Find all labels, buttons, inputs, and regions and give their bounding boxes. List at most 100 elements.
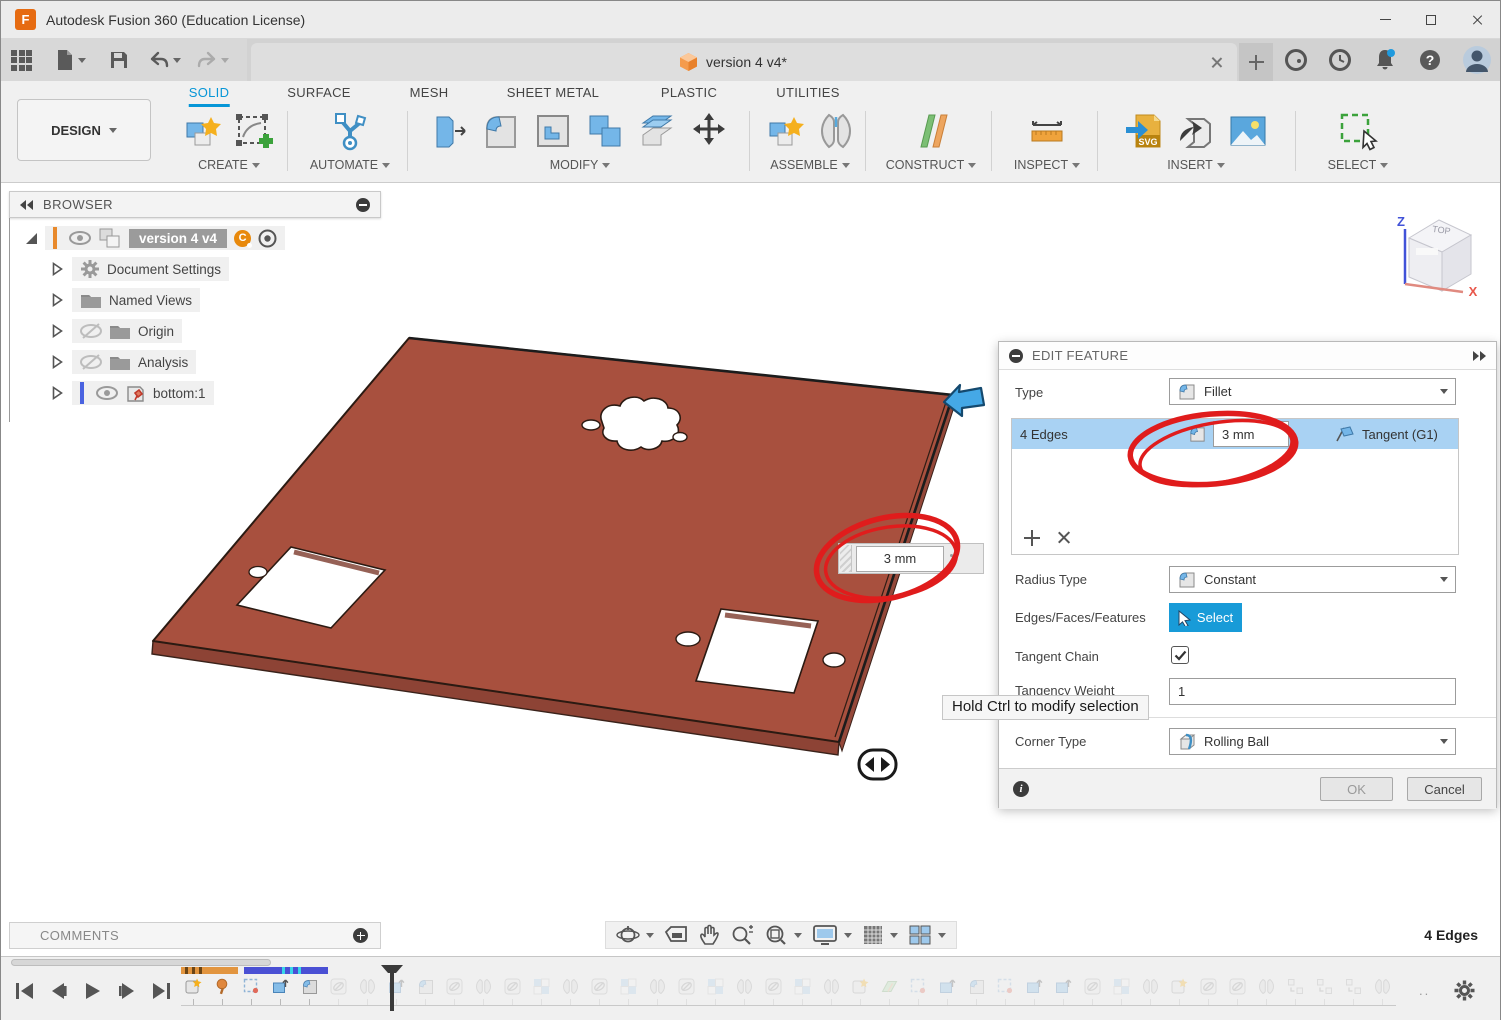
comments-bar[interactable]: COMMENTS	[9, 922, 381, 949]
timeline-feature-fillet-icon[interactable]	[300, 977, 319, 996]
browser-item-bottom-body[interactable]: bottom:1	[10, 381, 381, 405]
close-button[interactable]	[1454, 1, 1500, 39]
info-icon[interactable]: i	[1013, 781, 1029, 797]
create-group-label[interactable]: CREATE	[198, 158, 260, 172]
visibility-eye-icon[interactable]	[69, 231, 91, 245]
dialog-header[interactable]: EDIT FEATURE	[999, 342, 1496, 370]
timeline-feature-combine-icon[interactable]	[619, 977, 638, 996]
construct-group-label[interactable]: CONSTRUCT	[886, 158, 976, 172]
timeline-feature-move-icon[interactable]	[1315, 977, 1334, 996]
insert-derive-icon[interactable]	[1174, 109, 1218, 153]
dialog-collapse-icon[interactable]	[1009, 349, 1023, 363]
timeline-feature-fillet-icon[interactable]	[416, 977, 435, 996]
dialog-dock-icon[interactable]	[1473, 351, 1486, 361]
timeline-feature-joint-icon[interactable]	[648, 977, 667, 996]
timeline-group-bar-orange[interactable]	[181, 967, 238, 974]
collapsed-triangle-icon[interactable]	[52, 386, 63, 400]
job-status-icon[interactable]	[1284, 48, 1308, 72]
timeline-feature-link-icon[interactable]	[764, 977, 783, 996]
timeline-feature-component-icon[interactable]	[184, 977, 203, 996]
create-sketch-icon[interactable]	[233, 109, 277, 153]
create-solid-icon[interactable]	[181, 109, 225, 153]
inspect-group-label[interactable]: INSPECT	[1014, 158, 1080, 172]
tangency-weight-input[interactable]	[1169, 678, 1456, 705]
activate-component-radio-icon[interactable]	[258, 229, 277, 248]
combine-icon[interactable]	[583, 109, 627, 153]
grid-snap-button[interactable]	[862, 924, 898, 946]
timeline-feature-joint-icon[interactable]	[822, 977, 841, 996]
visibility-off-eye-icon[interactable]	[80, 323, 102, 339]
remove-edge-set-button[interactable]	[1056, 530, 1071, 545]
browser-minimize-icon[interactable]	[356, 198, 370, 212]
file-menu-button[interactable]	[55, 49, 86, 71]
timeline-feature-joint-icon[interactable]	[358, 977, 377, 996]
type-dropdown[interactable]: Fillet	[1169, 378, 1456, 405]
browser-item-named-views[interactable]: Named Views	[10, 288, 381, 312]
app-grid-button[interactable]	[11, 50, 32, 71]
move-copy-icon[interactable]	[687, 109, 731, 153]
tab-mesh[interactable]: MESH	[410, 85, 449, 104]
add-edge-set-button[interactable]	[1024, 530, 1040, 546]
timeline-settings-gear-icon[interactable]	[1453, 979, 1476, 1002]
save-button[interactable]	[109, 50, 129, 70]
timeline-feature-sketch-icon[interactable]	[909, 977, 928, 996]
collapsed-triangle-icon[interactable]	[52, 262, 63, 276]
radius-type-dropdown[interactable]: Constant	[1169, 566, 1456, 593]
visibility-off-eye-icon[interactable]	[80, 354, 102, 370]
timeline-feature-link-icon[interactable]	[503, 977, 522, 996]
timeline-feature-component-icon[interactable]	[851, 977, 870, 996]
cancel-button[interactable]: Cancel	[1407, 777, 1482, 801]
browser-header[interactable]: BROWSER	[9, 191, 381, 218]
timeline-feature-link-icon[interactable]	[329, 977, 348, 996]
timeline-feature-link-icon[interactable]	[445, 977, 464, 996]
tangent-chain-checkbox[interactable]	[1171, 646, 1189, 664]
timeline-feature-link-icon[interactable]	[590, 977, 609, 996]
timeline-group-bar-blue[interactable]	[244, 967, 328, 974]
timeline-feature-combine-icon[interactable]	[793, 977, 812, 996]
timeline-feature-combine-icon[interactable]	[706, 977, 725, 996]
tab-plastic[interactable]: PLASTIC	[661, 85, 717, 104]
timeline-feature-link-icon[interactable]	[1199, 977, 1218, 996]
collapsed-triangle-icon[interactable]	[52, 355, 63, 369]
look-at-button[interactable]	[664, 924, 688, 946]
browser-root-label[interactable]: version 4 v4	[129, 229, 227, 248]
avatar[interactable]	[1462, 45, 1492, 75]
ok-button[interactable]: OK	[1320, 777, 1393, 801]
timeline-feature-link-icon[interactable]	[677, 977, 696, 996]
browser-root-row[interactable]: version 4 v4 C	[10, 226, 381, 250]
timeline-feature-plane-icon[interactable]	[880, 977, 899, 996]
document-tab[interactable]: version 4 v4*	[251, 43, 1237, 81]
tab-surface[interactable]: SURFACE	[287, 85, 351, 104]
widget-drag-handle[interactable]	[840, 545, 852, 572]
timeline-feature-move-icon[interactable]	[1344, 977, 1363, 996]
timeline-feature-sketch-icon[interactable]	[242, 977, 261, 996]
history-icon[interactable]	[1328, 48, 1352, 72]
viewports-button[interactable]	[908, 924, 946, 946]
timeline-feature-joint-icon[interactable]	[1141, 977, 1160, 996]
visibility-eye-icon[interactable]	[96, 386, 118, 400]
browser-item-analysis[interactable]: Analysis	[10, 350, 381, 374]
expanded-triangle-icon[interactable]	[26, 233, 37, 244]
add-comment-icon[interactable]	[353, 928, 368, 943]
insert-svg-icon[interactable]: SVG	[1122, 109, 1166, 153]
offset-face-icon[interactable]	[635, 109, 679, 153]
timeline-feature-combine-icon[interactable]	[1112, 977, 1131, 996]
insert-canvas-icon[interactable]	[1226, 109, 1270, 153]
timeline-feature-joint-icon[interactable]	[1373, 977, 1392, 996]
assemble-group-label[interactable]: ASSEMBLE	[770, 158, 849, 172]
timeline-feature-joint-icon[interactable]	[561, 977, 580, 996]
timeline-position-marker[interactable]	[377, 963, 407, 1013]
shell-icon[interactable]	[531, 109, 575, 153]
timeline-feature-link-icon[interactable]	[1228, 977, 1247, 996]
timeline-feature-pin-icon[interactable]	[213, 977, 232, 996]
collapsed-triangle-icon[interactable]	[52, 293, 63, 307]
tab-solid[interactable]: SOLID	[189, 85, 230, 107]
radius-value-input[interactable]	[1213, 421, 1289, 447]
timeline-scrollbar-thumb[interactable]	[11, 959, 271, 966]
widget-options-dots[interactable]	[950, 554, 953, 563]
modify-group-label[interactable]: MODIFY	[550, 158, 611, 172]
collapse-panel-icon[interactable]	[20, 200, 33, 210]
continuity-cell[interactable]: Tangent (G1)	[1362, 427, 1438, 442]
maximize-button[interactable]	[1408, 1, 1454, 39]
redo-button[interactable]	[196, 51, 229, 69]
